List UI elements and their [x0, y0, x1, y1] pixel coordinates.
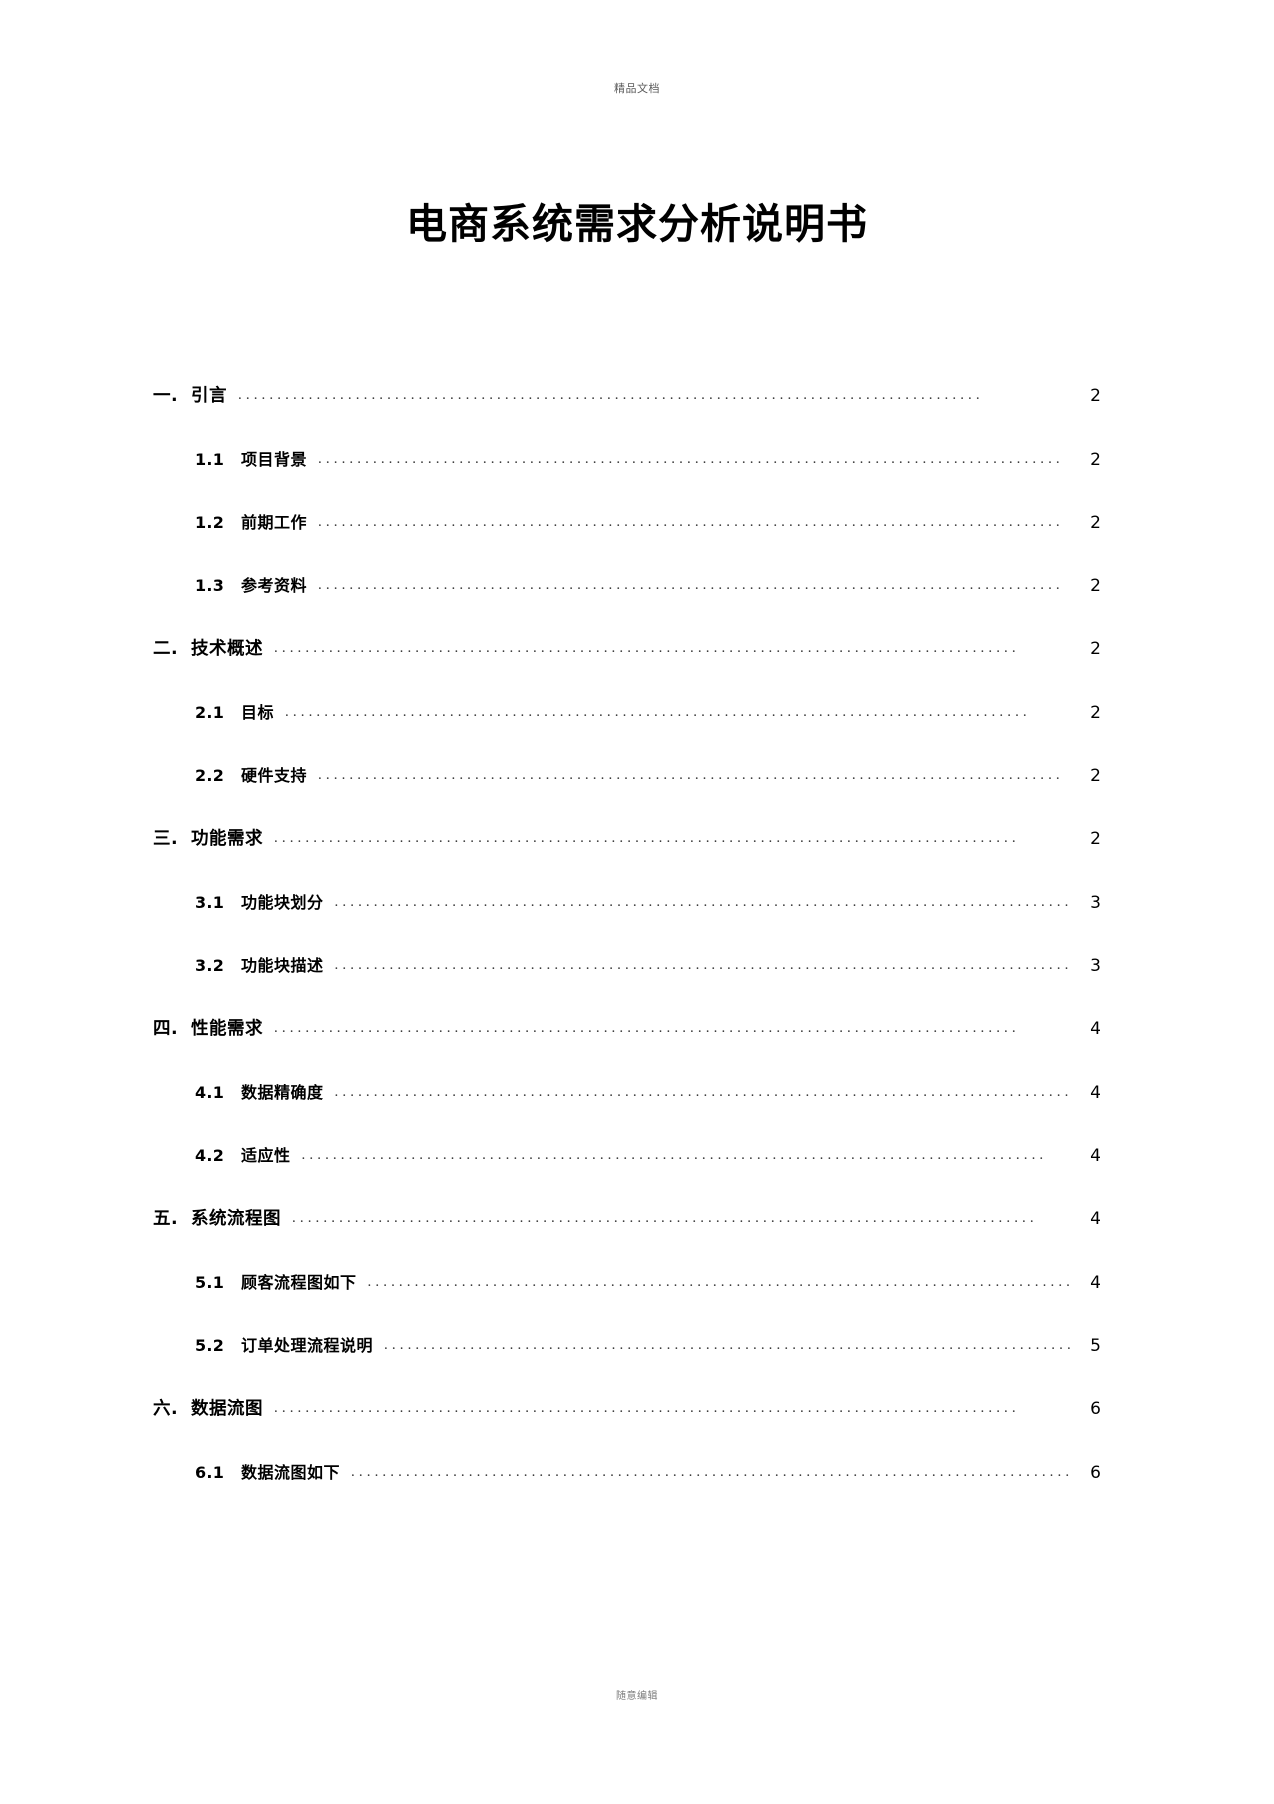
- toc-entry-number: 3.2: [195, 956, 225, 975]
- toc-entry-page-number: 4: [1090, 1209, 1101, 1229]
- toc-entry-label: 数据精确度: [241, 1083, 324, 1102]
- toc-entry-number: 三.: [153, 829, 179, 849]
- toc-entry-label: 功能块划分: [241, 893, 324, 912]
- toc-entry-label: 功能块描述: [241, 956, 324, 975]
- toc-leader-dots: ........................................…: [292, 1210, 1038, 1226]
- toc-entry-page-number: 2: [1090, 513, 1101, 533]
- toc-entry[interactable]: 四. 性能需求..................................…: [153, 1015, 1101, 1079]
- toc-entry-page-number: 4: [1090, 1273, 1101, 1293]
- toc-entry-page-number: 2: [1090, 703, 1101, 723]
- toc-entry[interactable]: 五. 系统流程图.................................…: [153, 1205, 1101, 1269]
- toc-entry-label: 技术概述: [191, 639, 263, 659]
- toc-entry-label: 数据流图: [191, 1399, 263, 1419]
- toc-entry-page-number: 2: [1090, 639, 1101, 659]
- toc-entry[interactable]: 6.1 数据流图如下...............................…: [153, 1459, 1101, 1522]
- toc-leader-dots: ........................................…: [274, 1020, 1020, 1036]
- toc-entry[interactable]: 三. 功能需求..................................…: [153, 825, 1101, 889]
- toc-entry-label: 硬件支持: [241, 766, 308, 785]
- toc-entry-number: 5.1: [195, 1273, 225, 1292]
- toc-leader-dots: ........................................…: [274, 640, 1020, 656]
- toc-entry[interactable]: 1.1 项目背景.................................…: [153, 446, 1101, 509]
- toc-entry-number: 五.: [153, 1209, 179, 1229]
- toc-entry-number: 5.2: [195, 1336, 225, 1355]
- toc-leader-dots: ........................................…: [318, 577, 1064, 593]
- toc-entry[interactable]: 二. 技术概述..................................…: [153, 635, 1101, 699]
- toc-entry-number: 1.1: [195, 450, 225, 469]
- toc-entry-number: 六.: [153, 1399, 179, 1419]
- toc-leader-dots: ........................................…: [367, 1274, 1070, 1290]
- toc-entry[interactable]: 4.2 适应性..................................…: [153, 1142, 1101, 1205]
- toc-leader-dots: ........................................…: [274, 830, 1020, 846]
- toc-entry-number: 四.: [153, 1019, 179, 1039]
- toc-leader-dots: ........................................…: [334, 894, 1070, 910]
- toc-leader-dots: ........................................…: [318, 514, 1064, 530]
- toc-entry-page-number: 5: [1090, 1336, 1101, 1356]
- toc-entry-label: 项目背景: [241, 450, 308, 469]
- toc-entry-number: 1.2: [195, 513, 225, 532]
- toc-entry-number: 6.1: [195, 1463, 225, 1482]
- toc-leader-dots: ........................................…: [285, 704, 1031, 720]
- toc-leader-dots: ........................................…: [318, 451, 1064, 467]
- toc-entry-number: 2.1: [195, 703, 225, 722]
- toc-entry-page-number: 2: [1090, 766, 1101, 786]
- toc-entry-number: 3.1: [195, 893, 225, 912]
- toc-entry-label: 参考资料: [241, 576, 308, 595]
- toc-entry-page-number: 4: [1090, 1083, 1101, 1103]
- toc-entry[interactable]: 一. 引言....................................…: [153, 382, 1101, 446]
- toc-entry[interactable]: 2.1 目标...................................…: [153, 699, 1101, 762]
- toc-entry[interactable]: 3.1 功能块划分................................…: [153, 889, 1101, 952]
- toc-entry[interactable]: 六. 数据流图..................................…: [153, 1395, 1101, 1459]
- document-page: 精品文档 电商系统需求分析说明书 一. 引言...................…: [0, 0, 1274, 1804]
- toc-entry-label: 引言: [191, 386, 227, 406]
- page-header-watermark: 精品文档: [614, 82, 660, 95]
- toc-entry-label: 适应性: [241, 1146, 291, 1165]
- toc-entry[interactable]: 1.2 前期工作.................................…: [153, 509, 1101, 572]
- toc-leader-dots: ........................................…: [334, 1084, 1070, 1100]
- toc-entry-label: 前期工作: [241, 513, 308, 532]
- toc-entry-label: 目标: [241, 703, 275, 722]
- toc-entry-page-number: 2: [1090, 386, 1101, 406]
- toc-entry[interactable]: 5.1 顾客流程图如下..............................…: [153, 1269, 1101, 1332]
- toc-entry-page-number: 2: [1090, 576, 1101, 596]
- toc-leader-dots: ........................................…: [274, 1400, 1020, 1416]
- toc-entry-number: 4.2: [195, 1146, 225, 1165]
- toc-entry-label: 订单处理流程说明: [241, 1336, 374, 1355]
- document-title: 电商系统需求分析说明书: [406, 200, 868, 249]
- toc-entry[interactable]: 3.2 功能块描述................................…: [153, 952, 1101, 1015]
- toc-leader-dots: ........................................…: [318, 767, 1064, 783]
- toc-leader-dots: ........................................…: [238, 387, 984, 403]
- toc-leader-dots: ........................................…: [351, 1464, 1070, 1480]
- toc-entry-page-number: 2: [1090, 450, 1101, 470]
- toc-entry-label: 系统流程图: [191, 1209, 281, 1229]
- toc-entry-page-number: 6: [1090, 1463, 1101, 1483]
- toc-leader-dots: ........................................…: [334, 957, 1070, 973]
- toc-entry-label: 功能需求: [191, 829, 263, 849]
- toc-entry-page-number: 6: [1090, 1399, 1101, 1419]
- toc-entry-page-number: 2: [1090, 829, 1101, 849]
- toc-entry-number: 4.1: [195, 1083, 225, 1102]
- toc-entry-page-number: 3: [1090, 956, 1101, 976]
- toc-entry[interactable]: 1.3 参考资料.................................…: [153, 572, 1101, 635]
- toc-entry-number: 二.: [153, 639, 179, 659]
- toc-leader-dots: ........................................…: [301, 1147, 1048, 1163]
- toc-entry-page-number: 4: [1090, 1146, 1101, 1166]
- toc-entry-number: 2.2: [195, 766, 225, 785]
- toc-entry[interactable]: 4.1 数据精确度................................…: [153, 1079, 1101, 1142]
- toc-entry-number: 1.3: [195, 576, 225, 595]
- toc-leader-dots: ........................................…: [384, 1337, 1070, 1353]
- toc-entry-label: 数据流图如下: [241, 1463, 341, 1482]
- table-of-contents: 一. 引言....................................…: [153, 382, 1101, 1522]
- toc-entry-label: 顾客流程图如下: [241, 1273, 357, 1292]
- toc-entry[interactable]: 2.2 硬件支持.................................…: [153, 762, 1101, 825]
- toc-entry-page-number: 3: [1090, 893, 1101, 913]
- toc-entry-page-number: 4: [1090, 1019, 1101, 1039]
- toc-entry-number: 一.: [153, 386, 179, 406]
- toc-entry-label: 性能需求: [191, 1019, 263, 1039]
- page-footer-watermark: 随意编辑: [616, 1691, 658, 1702]
- toc-entry[interactable]: 5.2 订单处理流程说明.............................…: [153, 1332, 1101, 1395]
